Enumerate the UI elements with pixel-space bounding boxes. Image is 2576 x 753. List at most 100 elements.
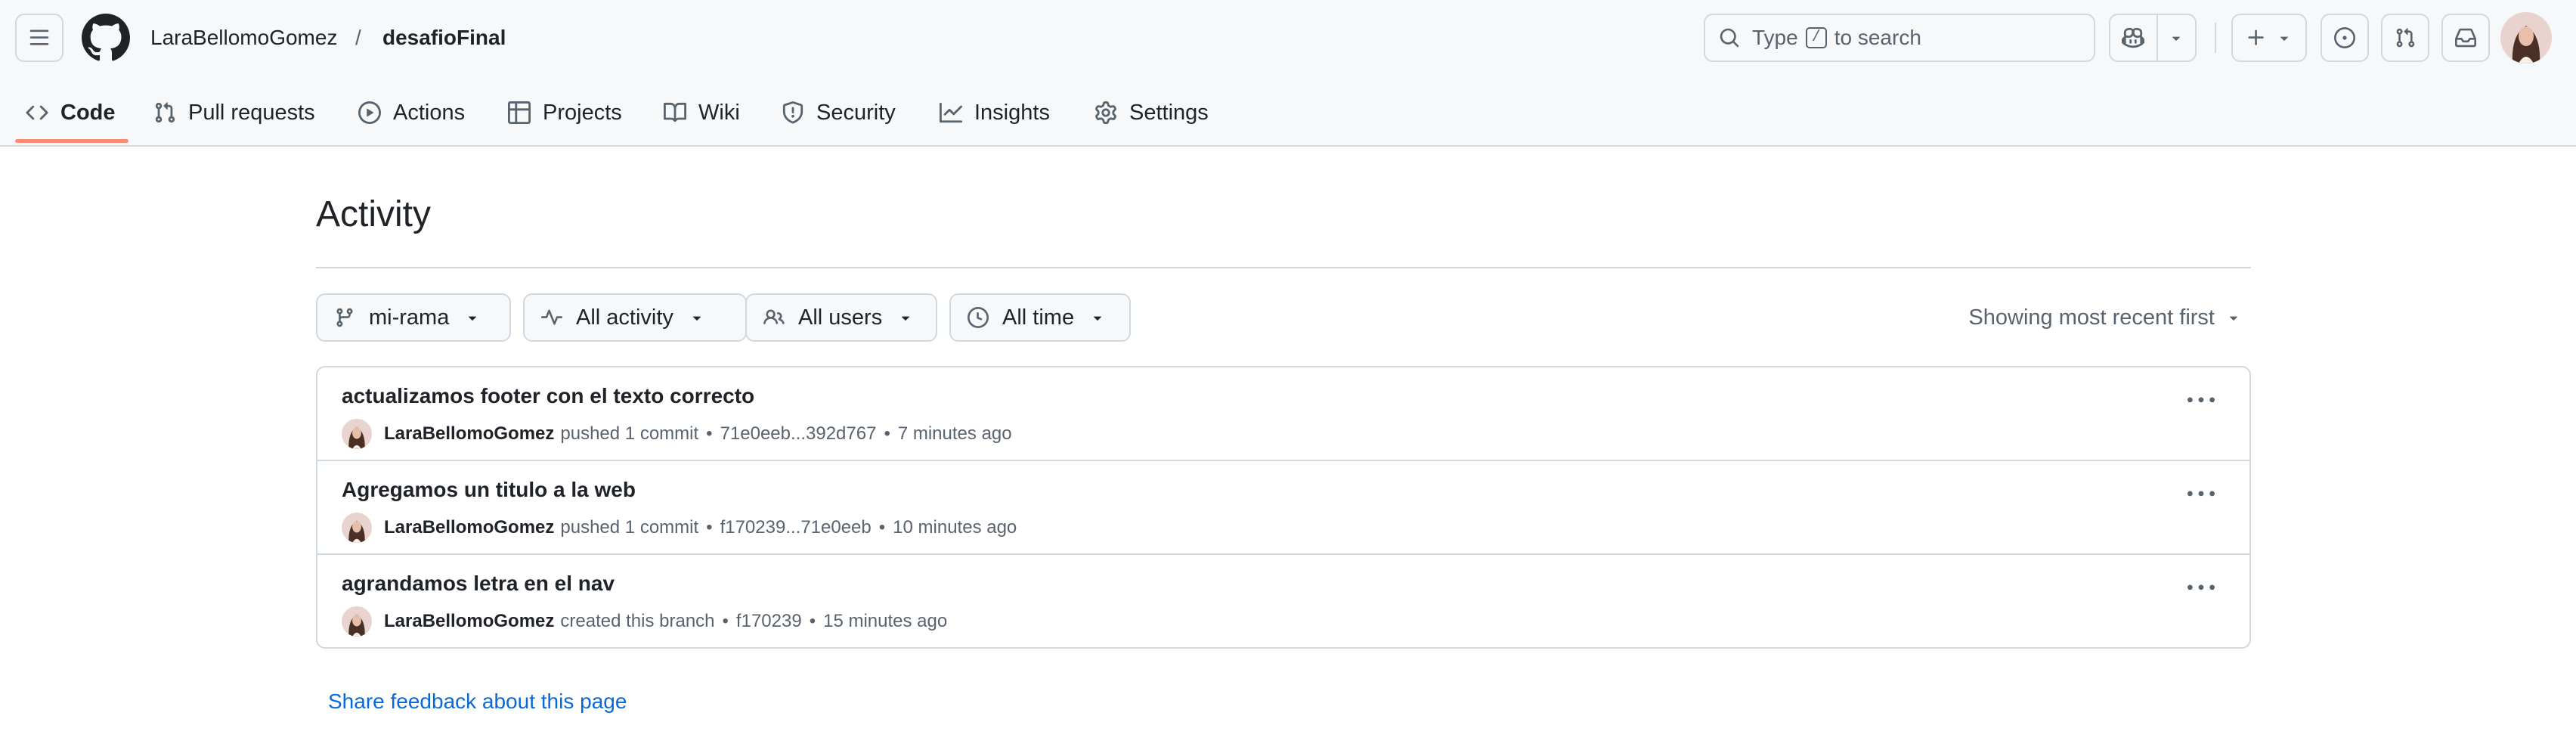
users-filter-label: All users [798, 305, 883, 330]
tab-code[interactable]: Code [26, 79, 116, 147]
activity-title[interactable]: Agregamos un titulo a la web [342, 476, 636, 504]
pull-requests-button[interactable] [2381, 14, 2429, 62]
activity-user[interactable]: LaraBellomoGomez [384, 423, 554, 445]
avatar-portrait-icon [342, 513, 372, 543]
tab-actions[interactable]: Actions [358, 79, 465, 147]
triangle-down-icon [1094, 316, 1102, 321]
activity-action: pushed 1 commit [560, 517, 699, 538]
copilot-dropdown-button[interactable] [2158, 15, 2195, 60]
book-icon [664, 102, 686, 122]
users-filter-button[interactable]: All users [745, 293, 937, 342]
activity-action: pushed 1 commit [560, 423, 699, 444]
path-separator: / [355, 26, 361, 49]
title-divider [316, 267, 2251, 268]
menu-button[interactable] [15, 14, 63, 62]
gear-icon [1095, 101, 1116, 124]
tab-projects-label: Projects [543, 100, 622, 125]
copilot-button-group [2109, 14, 2197, 62]
activity-time: 15 minutes ago [823, 611, 948, 631]
meta-separator: • [878, 517, 886, 538]
avatar[interactable] [342, 606, 372, 637]
sort-order-label: Showing most recent first [1968, 305, 2215, 330]
triangle-down-icon [2280, 36, 2289, 41]
search-input[interactable]: Type / to search [1704, 14, 2095, 62]
activity-ref[interactable]: f170239...71e0eeb [720, 517, 872, 538]
create-new-button[interactable] [2231, 14, 2307, 62]
kebab-horizontal-icon [2187, 397, 2215, 403]
tab-projects[interactable]: Projects [508, 79, 622, 147]
triangle-down-icon [902, 316, 910, 321]
activity-options-button[interactable] [2183, 479, 2219, 510]
tab-code-label: Code [60, 100, 116, 125]
tab-settings-label: Settings [1129, 100, 1209, 125]
meta-separator: • [706, 517, 713, 538]
tab-insights-label: Insights [974, 100, 1050, 125]
git-pull-request-icon [155, 102, 175, 123]
owner-link[interactable]: LaraBellomoGomez [150, 23, 337, 53]
search-prefix: Type [1752, 26, 1798, 49]
avatar[interactable] [342, 419, 372, 449]
global-bar: LaraBellomoGomez / desafioFinal Type / t… [0, 0, 2576, 76]
inbox-button[interactable] [2441, 14, 2490, 62]
activity-user[interactable]: LaraBellomoGomez [384, 517, 554, 538]
search-icon [1720, 28, 1739, 48]
activity-options-button[interactable] [2183, 386, 2219, 416]
table-icon [508, 101, 531, 124]
activity-user[interactable]: LaraBellomoGomez [384, 611, 554, 632]
activity-filter-button[interactable]: All activity [523, 293, 747, 342]
tab-wiki[interactable]: Wiki [664, 79, 740, 147]
graph-icon [940, 102, 962, 123]
activity-item: actualizamos footer con el texto correct… [317, 367, 2249, 461]
issues-button[interactable] [2321, 14, 2369, 62]
pulse-icon [541, 309, 562, 325]
meta-separator: • [706, 423, 713, 444]
tab-pull-requests[interactable]: Pull requests [153, 79, 315, 147]
branch-filter-button[interactable]: mi-rama [316, 293, 511, 342]
tab-insights[interactable]: Insights [940, 79, 1050, 147]
tab-security[interactable]: Security [782, 79, 896, 147]
triangle-down-icon [469, 316, 477, 321]
copilot-button[interactable] [2110, 15, 2158, 60]
activity-ref[interactable]: f170239 [736, 611, 802, 632]
tab-actions-label: Actions [393, 100, 466, 125]
activity-title[interactable]: actualizamos footer con el texto correct… [342, 383, 754, 410]
sort-order-button[interactable]: Showing most recent first [1968, 293, 2251, 342]
activity-meta: LaraBellomoGomez created this branch • f… [342, 605, 947, 638]
tab-settings[interactable]: Settings [1094, 79, 1209, 147]
tab-security-label: Security [816, 100, 896, 125]
avatar-portrait-icon [342, 606, 372, 637]
tab-wiki-label: Wiki [698, 100, 740, 125]
time-filter-button[interactable]: All time [949, 293, 1131, 342]
avatar[interactable] [342, 513, 372, 543]
activity-filter-label: All activity [576, 305, 673, 330]
kebab-horizontal-icon [2187, 491, 2215, 497]
github-logo-icon[interactable] [82, 14, 130, 62]
issue-opened-icon [2334, 27, 2355, 48]
repo-link[interactable]: desafioFinal [382, 23, 506, 53]
time-filter-label: All time [1002, 305, 1075, 330]
triangle-down-icon [692, 316, 701, 321]
activity-options-button[interactable] [2183, 573, 2219, 603]
activity-time: 10 minutes ago [893, 517, 1017, 538]
meta-separator: • [722, 611, 729, 631]
git-pull-request-icon [2396, 28, 2415, 48]
activity-meta: LaraBellomoGomez pushed 1 commit • f1702… [342, 511, 1017, 544]
hamburger-icon [29, 29, 49, 45]
app-header: LaraBellomoGomez / desafioFinal Type / t… [0, 0, 2576, 147]
header-divider [2215, 23, 2216, 53]
meta-separator: • [809, 611, 816, 631]
feedback-link[interactable]: Share feedback about this page [328, 686, 627, 717]
branch-filter-label: mi-rama [369, 305, 450, 330]
activity-title[interactable]: agrandamos letra en el nav [342, 570, 615, 597]
kebab-horizontal-icon [2187, 584, 2215, 590]
activity-item: agrandamos letra en el nav LaraBellomoGo… [317, 555, 2249, 647]
activity-action: created this branch [560, 611, 715, 631]
meta-separator: • [884, 423, 890, 444]
user-avatar[interactable] [2500, 12, 2552, 64]
activity-ref[interactable]: 71e0eeb...392d767 [720, 423, 877, 445]
search-suffix: to search [1834, 26, 1921, 49]
play-icon [358, 101, 381, 124]
git-branch-icon [336, 308, 353, 327]
activity-list: actualizamos footer con el texto correct… [316, 366, 2251, 649]
plus-icon [2248, 29, 2264, 45]
